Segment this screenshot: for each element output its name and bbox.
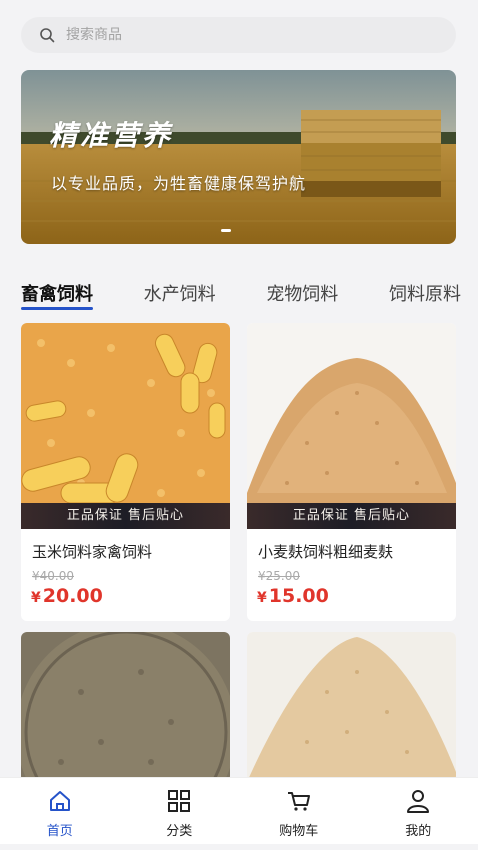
tab-home[interactable]: 首页	[0, 778, 120, 844]
product-card[interactable]	[247, 632, 456, 782]
tab-label: 购物车	[279, 824, 319, 839]
tab-aquatic-feed[interactable]: 水产饲料	[144, 280, 216, 310]
search-icon	[40, 28, 55, 43]
product-image: 正品保证 售后贴心	[247, 323, 456, 529]
banner-subtitle: 以专业品质，为牲畜健康保驾护航	[51, 174, 307, 193]
banner-indicator	[221, 229, 231, 232]
original-price: ¥40.00	[32, 569, 74, 583]
tab-livestock-feed[interactable]: 畜禽饲料	[21, 280, 93, 310]
tab-profile[interactable]: 我的	[359, 778, 478, 844]
home-icon	[49, 791, 70, 811]
category-tabs: 畜禽饲料 水产饲料 宠物饲料 饲料原料	[21, 280, 461, 310]
tab-cart[interactable]: 购物车	[239, 778, 359, 844]
tab-category[interactable]: 分类	[120, 778, 240, 844]
banner-title: 精准营养	[49, 119, 174, 152]
product-card[interactable]	[21, 632, 230, 782]
sale-price: ¥20.00	[31, 585, 103, 607]
search-input[interactable]	[64, 26, 368, 44]
tab-label: 首页	[46, 824, 73, 839]
product-card[interactable]: 正品保证 售后贴心 小麦麸饲料粗细麦麸 ¥25.00 ¥15.00	[247, 323, 456, 621]
user-icon	[407, 790, 430, 813]
product-card[interactable]: 正品保证 售后贴心 玉米饲料家禽饲料 ¥40.00 ¥20.00	[21, 323, 230, 621]
sale-price: ¥15.00	[257, 585, 329, 607]
tab-label: 我的	[405, 824, 432, 839]
promo-banner[interactable]: 精准营养 以专业品质，为牲畜健康保驾护航	[21, 70, 456, 244]
search-bar[interactable]	[21, 17, 456, 53]
tab-feed-ingredients[interactable]: 饲料原料	[389, 280, 461, 310]
bottom-tab-bar: 首页 分类 购物车 我的	[0, 777, 478, 844]
banner-image	[21, 70, 456, 244]
guarantee-badge: 正品保证 售后贴心	[21, 503, 230, 529]
tab-label: 分类	[166, 824, 193, 839]
original-price: ¥25.00	[258, 569, 300, 583]
product-image: 正品保证 售后贴心	[21, 323, 230, 529]
product-image	[247, 632, 456, 782]
cart-icon	[287, 792, 310, 811]
product-name: 小麦麸饲料粗细麦麸	[258, 543, 394, 561]
product-image	[21, 632, 230, 782]
product-name: 玉米饲料家禽饲料	[32, 543, 153, 561]
grid-icon	[168, 790, 191, 812]
guarantee-badge: 正品保证 售后贴心	[247, 503, 456, 529]
tab-pet-feed[interactable]: 宠物饲料	[266, 280, 338, 310]
